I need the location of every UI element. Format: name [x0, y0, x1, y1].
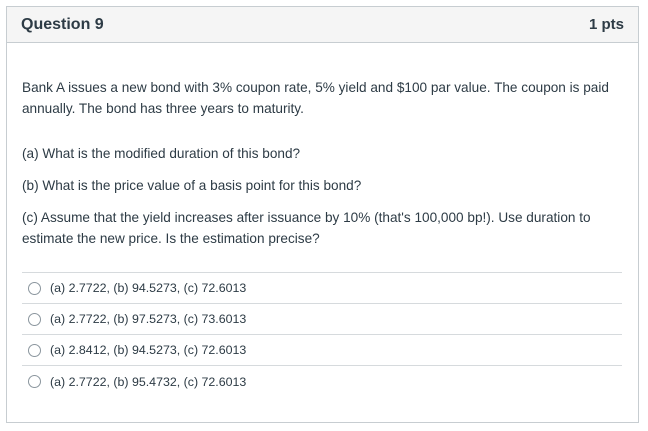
answer-label: (a) 2.7722, (b) 97.5273, (c) 73.6013: [50, 312, 247, 326]
answer-option[interactable]: (a) 2.7722, (b) 94.5273, (c) 72.6013: [22, 273, 622, 304]
question-points: 1 pts: [588, 16, 624, 33]
answer-option[interactable]: (a) 2.7722, (b) 97.5273, (c) 73.6013: [22, 304, 622, 335]
radio-button[interactable]: [28, 343, 41, 357]
question-text: Bank A issues a new bond with 3% coupon …: [22, 77, 622, 249]
radio-button[interactable]: [28, 375, 41, 388]
question-card: Question 9 1 pts Bank A issues a new bon…: [6, 6, 639, 423]
answer-option[interactable]: (a) 2.7722, (b) 95.4732, (c) 72.6013: [22, 366, 622, 397]
radio-button[interactable]: [28, 281, 41, 295]
answer-label: (a) 2.7722, (b) 95.4732, (c) 72.6013: [50, 374, 247, 389]
question-part-a: (a) What is the modified duration of thi…: [22, 146, 301, 161]
answer-list: (a) 2.7722, (b) 94.5273, (c) 72.6013 (a)…: [22, 272, 622, 397]
question-header: Question 9 1 pts: [7, 7, 638, 43]
question-part-c: (c) Assume that the yield increases afte…: [22, 210, 591, 246]
question-part-b: (b) What is the price value of a basis p…: [22, 178, 362, 193]
question-prompt: Bank A issues a new bond with 3% coupon …: [22, 80, 609, 116]
question-title: Question 9: [21, 15, 104, 33]
radio-button[interactable]: [28, 312, 41, 326]
answer-option[interactable]: (a) 2.8412, (b) 94.5273, (c) 72.6013: [22, 335, 622, 366]
question-body: Bank A issues a new bond with 3% coupon …: [7, 77, 638, 397]
answer-label: (a) 2.8412, (b) 94.5273, (c) 72.6013: [50, 343, 247, 357]
answer-label: (a) 2.7722, (b) 94.5273, (c) 72.6013: [50, 281, 247, 295]
